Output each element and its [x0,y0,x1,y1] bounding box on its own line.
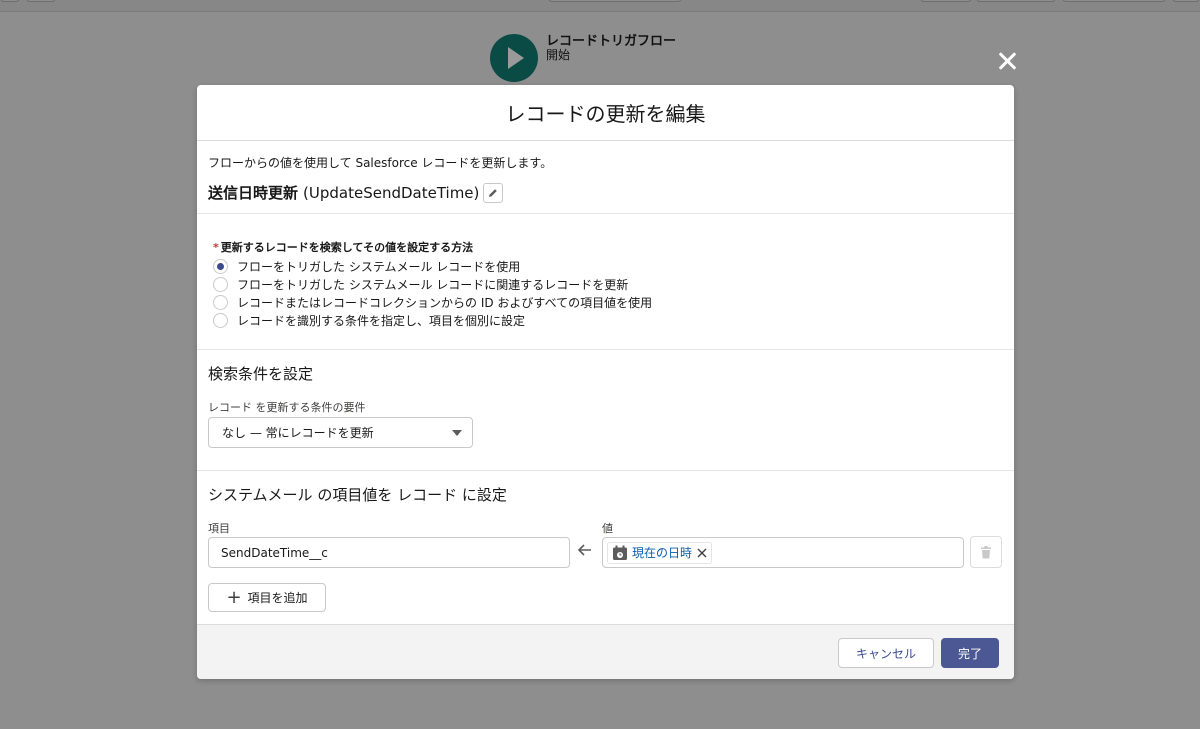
radio-button[interactable] [213,313,228,328]
modal-title: レコードの更新を編集 [197,85,1014,141]
delete-row-button[interactable] [970,536,1002,568]
field-values-section: システムメール の項目値を レコード に設定 項目 値 SendDateTime… [197,471,1014,624]
value-pill-label: 現在の日時 [632,546,693,560]
toolbar-button[interactable] [1062,0,1166,2]
conditions-title: 検索条件を設定 [208,365,314,383]
field-input[interactable]: SendDateTime__c [208,537,570,568]
edit-label-button[interactable] [483,182,504,203]
radio-button[interactable] [213,259,228,274]
modal-description: フローからの値を使用して Salesforce レコードを更新します。 [208,156,553,170]
arrow-left-icon [577,544,591,556]
required-indicator: * [213,241,219,254]
find-method-label: * 更新するレコードを検索してその値を設定する方法 [213,241,474,254]
description-section: フローからの値を使用して Salesforce レコードを更新します。 送信日時… [197,141,1014,214]
condition-requirement-label: レコード を更新する条件の要件 [208,401,366,414]
chevron-down-icon [452,430,462,436]
toolbar-button[interactable] [920,0,972,2]
value-input[interactable]: 現在の日時 [602,537,964,568]
select-value: なし — 常にレコードを更新 [222,426,374,440]
toolbar-button[interactable] [548,0,682,2]
field-values-title: システムメール の項目値を レコード に設定 [208,486,507,504]
pencil-icon [489,188,498,197]
field-input-value: SendDateTime__c [221,545,328,560]
radio-button[interactable] [213,277,228,292]
toolbar-button[interactable] [0,0,20,2]
play-icon [508,47,524,69]
edit-record-update-modal: レコードの更新を編集 フローからの値を使用して Salesforce レコードを… [197,85,1014,679]
done-button[interactable]: 完了 [941,638,999,668]
element-name: 送信日時更新 (UpdateSendDateTime) [208,182,504,203]
builder-toolbar [0,0,1200,12]
toolbar-button[interactable] [976,0,1056,2]
close-icon[interactable] [994,48,1020,74]
modal-footer: キャンセル 完了 [197,624,1014,679]
start-node[interactable] [490,34,538,82]
radio-option-specify-conditions[interactable]: レコードを識別する条件を指定し、項目を個別に設定 [213,312,525,329]
add-field-button[interactable]: + 項目を追加 [208,583,326,612]
remove-icon[interactable] [697,548,707,558]
radio-button[interactable] [213,295,228,310]
element-api-name: (UpdateSendDateTime) [303,183,480,202]
radio-option-related-record[interactable]: フローをトリガした システムメール レコードに関連するレコードを更新 [213,276,628,293]
radio-option-record-id[interactable]: レコードまたはレコードコレクションからの ID およびすべての項目値を使用 [213,294,652,311]
field-column-label: 項目 [208,522,230,535]
value-pill[interactable]: 現在の日時 [607,541,713,564]
cancel-button[interactable]: キャンセル [838,638,934,668]
calendar-icon [613,545,627,560]
plus-icon: + [226,586,242,608]
add-field-label: 項目を追加 [247,591,308,605]
toolbar-button[interactable] [26,0,56,2]
trash-icon [981,545,991,558]
toolbar-button[interactable] [1172,0,1200,2]
value-column-label: 値 [602,522,613,535]
find-records-section: * 更新するレコードを検索してその値を設定する方法 フローをトリガした システムメ… [197,214,1014,350]
radio-option-triggering-record[interactable]: フローをトリガした システムメール レコードを使用 [213,258,520,275]
element-label: 送信日時更新 [208,184,299,202]
conditions-section: 検索条件を設定 レコード を更新する条件の要件 なし — 常にレコードを更新 [197,350,1014,471]
start-node-subtitle: 開始 [546,48,571,62]
condition-requirement-select[interactable]: なし — 常にレコードを更新 [208,417,473,448]
